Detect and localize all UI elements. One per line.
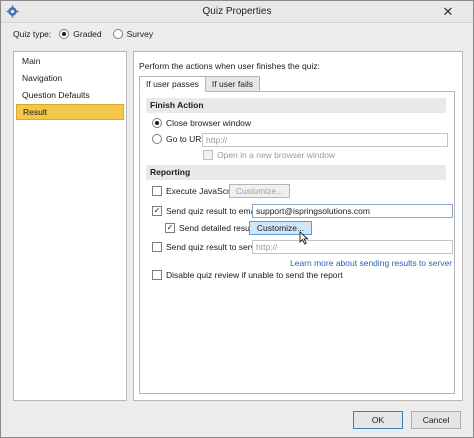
customize-js-button[interactable]: Customize... xyxy=(229,184,290,198)
quiz-type-label: Quiz type: xyxy=(13,29,52,39)
survey-radio[interactable] xyxy=(112,29,123,39)
ok-button[interactable]: OK xyxy=(353,411,403,429)
survey-label: Survey xyxy=(126,29,154,39)
close-button[interactable]: ✕ xyxy=(429,3,467,20)
window-title: Quiz Properties xyxy=(202,6,272,17)
sidebar-item-result[interactable]: Result xyxy=(16,104,124,120)
disable-review-option[interactable]: Disable quiz review if unable to send th… xyxy=(152,270,343,280)
send-email-option[interactable]: ✓ Send quiz result to email xyxy=(152,206,259,216)
cancel-button[interactable]: Cancel xyxy=(411,411,461,429)
quiz-type-survey[interactable]: Survey xyxy=(112,29,154,39)
graded-radio[interactable] xyxy=(59,29,70,39)
send-email-checkbox[interactable]: ✓ xyxy=(152,206,162,216)
send-server-option[interactable]: Send quiz result to server xyxy=(152,242,262,252)
send-server-checkbox[interactable] xyxy=(152,242,162,252)
server-url-input[interactable]: http:// xyxy=(252,240,453,254)
quiz-type-graded[interactable]: Graded xyxy=(59,29,102,39)
execute-js-option[interactable]: Execute JavaScript xyxy=(152,186,239,196)
send-server-label: Send quiz result to server xyxy=(166,242,263,252)
sidebar-nav: Main Navigation Question Defaults Result xyxy=(13,51,127,401)
result-intro-text: Perform the actions when user finishes t… xyxy=(139,61,320,71)
tab-if-user-fails[interactable]: If user fails xyxy=(204,76,261,92)
execute-js-checkbox[interactable] xyxy=(152,186,162,196)
send-detailed-option[interactable]: ✓ Send detailed results xyxy=(165,223,258,233)
result-tabs: If user passes If user fails xyxy=(139,76,261,92)
sidebar-item-question-defaults[interactable]: Question Defaults xyxy=(16,87,124,103)
execute-js-label: Execute JavaScript xyxy=(166,186,239,196)
goto-url-input[interactable]: http:// xyxy=(202,133,448,147)
quiz-properties-window: Quiz Properties ✕ Quiz type: Graded Surv… xyxy=(0,0,474,438)
send-email-label: Send quiz result to email xyxy=(166,206,260,216)
open-new-window-option[interactable]: Open in a new browser window xyxy=(203,150,335,160)
sidebar-item-navigation[interactable]: Navigation xyxy=(16,70,124,86)
close-icon: ✕ xyxy=(442,3,454,19)
open-new-window-label: Open in a new browser window xyxy=(217,150,336,160)
disable-review-label: Disable quiz review if unable to send th… xyxy=(166,270,343,280)
goto-url-option[interactable]: Go to URL: xyxy=(152,134,209,144)
email-input[interactable]: support@ispringsolutions.com xyxy=(252,204,453,218)
graded-label: Graded xyxy=(73,29,102,39)
learn-more-link[interactable]: Learn more about sending results to serv… xyxy=(290,258,452,268)
reporting-heading: Reporting xyxy=(146,165,446,180)
quiz-type-row: Quiz type: Graded Survey xyxy=(13,29,153,39)
tab-panel-passes: Finish Action Close browser window Go to… xyxy=(139,91,455,394)
tab-if-user-passes[interactable]: If user passes xyxy=(139,76,206,92)
open-new-window-checkbox[interactable] xyxy=(203,150,213,160)
disable-review-checkbox[interactable] xyxy=(152,270,162,280)
sidebar-item-main[interactable]: Main xyxy=(16,53,124,69)
goto-url-radio[interactable] xyxy=(152,134,162,144)
title-bar: Quiz Properties ✕ xyxy=(1,1,473,23)
result-panel: Perform the actions when user finishes t… xyxy=(133,51,463,401)
finish-action-heading: Finish Action xyxy=(146,98,446,113)
close-browser-label: Close browser window xyxy=(166,118,252,128)
send-detailed-checkbox[interactable]: ✓ xyxy=(165,223,175,233)
close-browser-option[interactable]: Close browser window xyxy=(152,118,251,128)
close-browser-radio[interactable] xyxy=(152,118,162,128)
mouse-pointer-icon xyxy=(299,231,309,245)
send-detailed-label: Send detailed results xyxy=(179,223,259,233)
